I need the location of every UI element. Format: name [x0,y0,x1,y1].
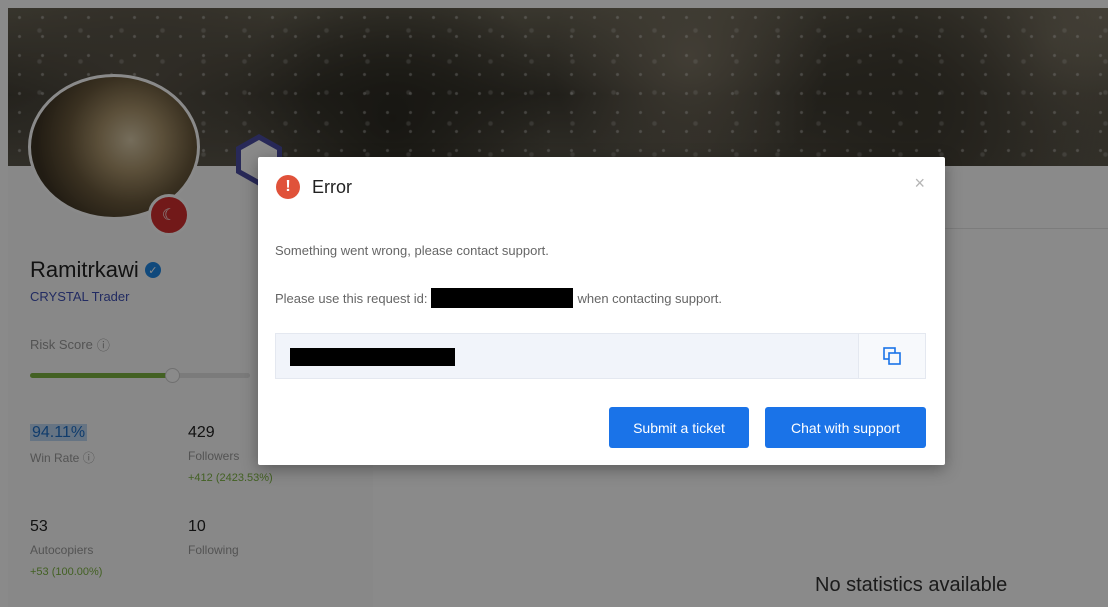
close-icon[interactable]: × [914,173,925,194]
request-id-suffix: when contacting support. [577,290,723,306]
chat-with-support-button[interactable]: Chat with support [765,407,926,448]
error-message: Something went wrong, please contact sup… [275,243,549,258]
dialog-title: Error [312,176,352,197]
redacted-request-id [431,288,574,308]
request-id-prefix: Please use this request id: [275,290,428,306]
copy-icon [883,347,901,365]
submit-ticket-button[interactable]: Submit a ticket [609,407,749,448]
redacted-request-id-value [290,348,455,366]
request-id-field[interactable] [275,333,926,379]
request-id-message: Please use this request id: when contact… [275,288,722,308]
copy-button[interactable] [858,334,925,378]
error-dialog: ! Error × Something went wrong, please c… [258,157,945,465]
error-icon: ! [276,175,300,199]
dialog-header: ! Error [276,175,352,199]
